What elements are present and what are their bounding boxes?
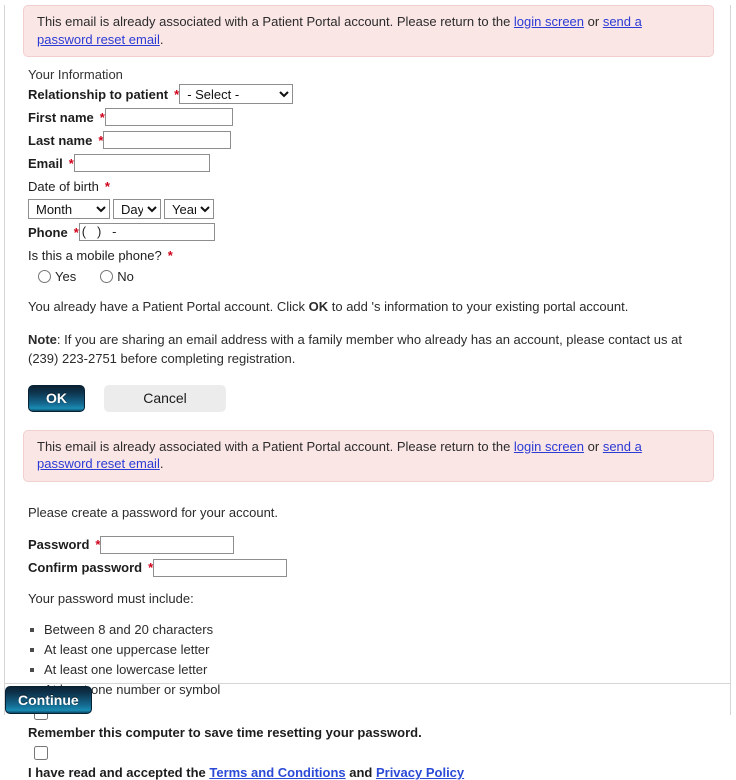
relationship-row: Relationship to patient * - Select - xyxy=(28,84,714,105)
alert-banner-bottom: This email is already associated with a … xyxy=(23,429,714,482)
date-of-birth-label-row: Date of birth * xyxy=(28,176,714,196)
mobile-radio-yes[interactable]: Yes xyxy=(38,269,76,284)
your-information-heading: Your Information xyxy=(28,67,123,83)
terms-block: I have read and accepted the Terms and C… xyxy=(28,746,736,780)
terms-text-before: I have read and accepted the xyxy=(28,765,210,780)
mobile-radio-yes-input[interactable] xyxy=(38,270,51,284)
alert-text-before: This email is already associated with a … xyxy=(37,14,514,29)
email-input[interactable] xyxy=(73,154,210,173)
mobile-radio-no[interactable]: No xyxy=(100,269,134,284)
last-name-label: Last name xyxy=(28,132,93,148)
mobile-question-label: Is this a mobile phone? xyxy=(28,247,162,263)
note-message: Note: If you are sharing an email addres… xyxy=(28,331,714,369)
date-of-birth-required-marker: * xyxy=(104,178,110,194)
mobile-radio-yes-label: Yes xyxy=(55,269,77,285)
confirm-password-input[interactable] xyxy=(153,558,288,577)
remember-computer-block: Remember this computer to save time rese… xyxy=(28,706,736,740)
alert-bottom-text-after: . xyxy=(159,456,164,472)
confirm-password-row: Confirm password * xyxy=(28,558,714,578)
alert-text-after: . xyxy=(159,31,164,47)
note-label: Note xyxy=(28,331,57,347)
dob-year-select[interactable]: Year xyxy=(164,199,214,220)
mobile-radio-no-label: No xyxy=(117,269,134,285)
terms-and-conditions-link[interactable]: Terms and Conditions xyxy=(209,765,345,780)
list-item: At least one uppercase letter xyxy=(30,640,736,660)
password-row: Password * xyxy=(28,535,714,555)
first-name-input[interactable] xyxy=(104,108,233,127)
note-text: : If you are sharing an email address wi… xyxy=(28,331,682,366)
alert-text-middle: or xyxy=(584,14,603,29)
ok-button[interactable]: OK xyxy=(28,384,85,412)
phone-label: Phone xyxy=(28,224,68,240)
terms-text-middle: and xyxy=(345,765,376,780)
date-of-birth-label: Date of birth xyxy=(28,178,99,194)
password-intro: Please create a password for your accoun… xyxy=(28,504,279,520)
mobile-question-row: Is this a mobile phone? * xyxy=(28,245,714,265)
password-input[interactable] xyxy=(100,535,235,554)
cancel-button[interactable]: Cancel xyxy=(104,384,226,412)
dob-day-select[interactable]: Day xyxy=(113,199,161,220)
dob-month-select[interactable]: Month xyxy=(28,199,110,220)
mobile-radio-no-input[interactable] xyxy=(100,270,114,284)
email-row: Email * xyxy=(28,153,714,173)
last-name-input[interactable] xyxy=(103,131,232,150)
password-requirements-list: Between 8 and 20 characters At least one… xyxy=(0,620,736,700)
list-item: Between 8 and 20 characters xyxy=(30,620,736,640)
terms-checkbox[interactable] xyxy=(34,746,48,761)
existing-account-text-before: You already have a Patient Portal accoun… xyxy=(28,299,309,315)
first-name-row: First name * xyxy=(28,107,714,127)
privacy-policy-link[interactable]: Privacy Policy xyxy=(376,765,464,780)
phone-input[interactable] xyxy=(78,223,215,242)
primary-action-row: OK Cancel xyxy=(28,384,736,412)
password-label: Password xyxy=(28,537,90,553)
existing-account-text-after: to add 's information to your existing p… xyxy=(328,299,629,315)
email-label: Email xyxy=(28,155,63,171)
phone-row: Phone * xyxy=(28,222,714,242)
footer-divider xyxy=(5,683,731,684)
confirm-password-label: Confirm password xyxy=(28,560,143,576)
mobile-radio-group: Yes No xyxy=(38,269,714,284)
existing-account-ok-emphasis: OK xyxy=(308,299,329,315)
registration-page: This email is already associated with a … xyxy=(0,5,736,780)
login-screen-link-bottom[interactable]: login screen xyxy=(514,439,584,454)
alert-bottom-text-middle: or xyxy=(584,438,603,454)
alert-banner-top: This email is already associated with a … xyxy=(23,5,714,58)
relationship-select[interactable]: - Select - xyxy=(179,84,294,105)
remember-computer-label: Remember this computer to save time rese… xyxy=(28,725,422,741)
login-screen-link[interactable]: login screen xyxy=(514,14,584,29)
your-information-section: Your Information Relationship to patient… xyxy=(0,67,736,284)
relationship-label: Relationship to patient xyxy=(28,86,169,102)
first-name-label: First name xyxy=(28,109,94,125)
password-requirements-heading: Your password must include: xyxy=(28,590,194,606)
alert-bottom-text-before: This email is already associated with a … xyxy=(37,438,514,454)
list-item: At least one lowercase letter xyxy=(30,660,736,680)
mobile-question-required-marker: * xyxy=(167,247,173,263)
terms-label: I have read and accepted the Terms and C… xyxy=(28,765,736,780)
date-of-birth-row: Month Day Year xyxy=(28,199,714,220)
password-section: Password * Confirm password * xyxy=(0,535,736,578)
existing-account-message: You already have a Patient Portal accoun… xyxy=(28,298,714,317)
last-name-row: Last name * xyxy=(28,130,714,150)
